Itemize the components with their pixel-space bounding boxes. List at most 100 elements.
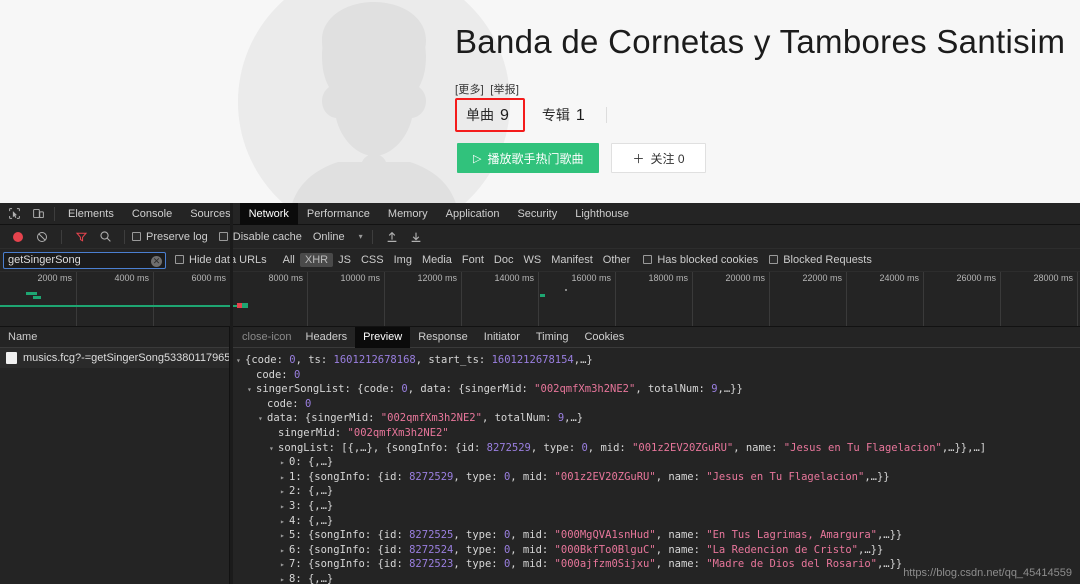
json-line[interactable]: code: 0 [236, 368, 1080, 383]
json-preview-tree[interactable]: ▾ {code: 0, ts: 1601212678168, start_ts: … [230, 348, 1080, 584]
search-button[interactable] [93, 226, 117, 248]
singer-page-hero: Banda de Cornetas y Tambores Santisim… [… [0, 0, 1080, 203]
filter-type-js[interactable]: JS [333, 253, 356, 267]
clear-button[interactable] [30, 226, 54, 248]
filter-type-media[interactable]: Media [417, 253, 457, 267]
json-line[interactable]: ▾ {code: 0, ts: 1601212678168, start_ts: … [236, 353, 1080, 368]
json-line[interactable]: ▾ singerSongList: {code: 0, data: {singer… [236, 382, 1080, 397]
action-buttons: ▷ 播放歌手热门歌曲 ＋ 关注 0 [457, 143, 706, 173]
tab-memory[interactable]: Memory [379, 203, 437, 225]
filter-type-css[interactable]: CSS [356, 253, 389, 267]
network-overview-timeline[interactable]: 2000 ms 4000 ms 6000 ms 8000 ms 10000 ms… [0, 272, 1080, 327]
json-token: "Jesus en Tu Flagelacion" [783, 441, 942, 454]
export-har-button[interactable] [404, 226, 428, 248]
filter-type-doc[interactable]: Doc [489, 253, 519, 267]
tab-security[interactable]: Security [508, 203, 566, 225]
expand-arrow-icon[interactable]: ▾ [269, 442, 278, 457]
tab-songs[interactable]: 单曲 9 [455, 98, 525, 132]
close-icon[interactable]: close-icon [236, 331, 298, 343]
tab-application[interactable]: Application [437, 203, 509, 225]
detail-tab-cookies[interactable]: Cookies [576, 327, 632, 348]
expand-arrow-icon[interactable]: ▾ [236, 354, 245, 369]
toggle-device-toolbar-icon[interactable] [26, 203, 50, 225]
filter-type-font[interactable]: Font [457, 253, 489, 267]
tab-console[interactable]: Console [123, 203, 181, 225]
filter-type-xhr[interactable]: XHR [299, 253, 334, 267]
json-token: , mid: [510, 529, 555, 542]
collapse-arrow-icon[interactable]: ▸ [280, 529, 289, 544]
detail-tab-timing[interactable]: Timing [528, 327, 577, 348]
filter-toggle-button[interactable] [69, 226, 93, 248]
collapse-arrow-icon[interactable]: ▸ [280, 471, 289, 486]
filter-input[interactable]: getSingerSong ✕ [3, 251, 166, 269]
json-token: , name: [655, 529, 707, 542]
json-line[interactable]: ▾ songList: [{,…}, {songInfo: {id: 827252… [236, 441, 1080, 456]
tab-lighthouse[interactable]: Lighthouse [566, 203, 638, 225]
filter-type-other[interactable]: Other [598, 253, 636, 267]
clear-input-icon[interactable]: ✕ [151, 255, 162, 267]
json-line[interactable]: ▸ 0: {,…} [236, 455, 1080, 470]
expand-arrow-icon[interactable]: ▾ [247, 383, 256, 398]
filter-type-all[interactable]: All [278, 253, 300, 267]
tabbar-divider [54, 206, 55, 221]
controls-divider-2 [124, 229, 125, 244]
more-link[interactable]: [更多] [455, 84, 484, 96]
blocked-requests-checkbox[interactable]: Blocked Requests [769, 254, 872, 266]
tab-elements[interactable]: Elements [59, 203, 123, 225]
collapse-arrow-icon[interactable]: ▸ [280, 573, 289, 584]
collapse-arrow-icon[interactable]: ▸ [280, 485, 289, 500]
collapse-arrow-icon[interactable]: ▸ [280, 558, 289, 573]
record-button[interactable] [6, 226, 30, 248]
tab-albums[interactable]: 专辑 1 [533, 99, 594, 131]
collapse-arrow-icon[interactable]: ▸ [280, 544, 289, 559]
json-line[interactable]: code: 0 [236, 397, 1080, 412]
preserve-log-label: Preserve log [146, 230, 208, 243]
filter-input-value: getSingerSong [8, 254, 81, 266]
collapse-arrow-icon[interactable]: ▸ [280, 500, 289, 515]
filter-type-ws[interactable]: WS [518, 253, 546, 267]
tab-network[interactable]: Network [239, 202, 298, 225]
detail-tab-headers[interactable]: Headers [298, 327, 356, 348]
collapse-arrow-icon[interactable]: ▸ [280, 456, 289, 471]
play-hot-songs-button[interactable]: ▷ 播放歌手热门歌曲 [457, 143, 600, 173]
json-line[interactable]: ▸ 3: {,…} [236, 499, 1080, 514]
json-token: , name: [655, 558, 707, 571]
preserve-log-checkbox[interactable]: Preserve log [132, 231, 208, 243]
json-line[interactable]: ▸ 5: {songInfo: {id: 8272525, type: 0, mi… [236, 528, 1080, 543]
checkbox-icon [132, 231, 141, 241]
detail-tab-preview[interactable]: Preview [355, 326, 411, 348]
json-token: ,…}},…] [941, 441, 987, 454]
json-token: "002qmfXm3h2NE2" [380, 412, 482, 425]
tab-performance[interactable]: Performance [298, 203, 379, 225]
json-line[interactable]: ▾ data: {singerMid: "002qmfXm3h2NE2", tot… [236, 411, 1080, 426]
import-har-button[interactable] [380, 226, 404, 248]
chevron-down-icon[interactable]: ▾ [359, 232, 363, 241]
throttling-select[interactable]: Online [313, 231, 345, 243]
has-blocked-cookies-checkbox[interactable]: Has blocked cookies [643, 254, 758, 266]
follow-button[interactable]: ＋ 关注 0 [611, 143, 706, 173]
json-line[interactable]: singerMid: "002qmfXm3h2NE2" [236, 426, 1080, 441]
json-token: 1601212678168 [333, 354, 416, 366]
json-token: {code: [245, 354, 290, 366]
json-line[interactable]: ▸ 6: {songInfo: {id: 8272524, type: 0, mi… [236, 543, 1080, 558]
expand-arrow-icon[interactable]: ▾ [258, 412, 267, 427]
detail-tab-response[interactable]: Response [410, 327, 476, 348]
collapse-arrow-icon[interactable]: ▸ [280, 515, 289, 530]
filter-type-manifest[interactable]: Manifest [546, 253, 598, 267]
overview-network-band [0, 305, 237, 307]
json-token: 8272524 [409, 543, 454, 556]
json-token: "Jesus en Tu Flagelacion" [706, 470, 865, 483]
detail-scroll-rail[interactable] [230, 203, 233, 584]
filter-type-img[interactable]: Img [389, 253, 417, 267]
json-token: singerMid: [278, 426, 348, 439]
tab-songs-count: 9 [500, 107, 509, 124]
json-token: songList: [{,…}, {songInfo: {id: [278, 441, 487, 454]
json-line[interactable]: ▸ 2: {,…} [236, 484, 1080, 499]
json-line[interactable]: ▸ 4: {,…} [236, 514, 1080, 529]
hide-data-urls-checkbox[interactable]: Hide data URLs [175, 254, 267, 266]
report-link[interactable]: [举报] [490, 84, 519, 96]
inspect-element-icon[interactable] [2, 203, 26, 225]
detail-tab-initiator[interactable]: Initiator [476, 327, 528, 348]
table-row[interactable]: musics.fcg?-=getSingerSong53380117965201… [0, 348, 229, 368]
json-line[interactable]: ▸ 1: {songInfo: {id: 8272529, type: 0, mi… [236, 470, 1080, 485]
